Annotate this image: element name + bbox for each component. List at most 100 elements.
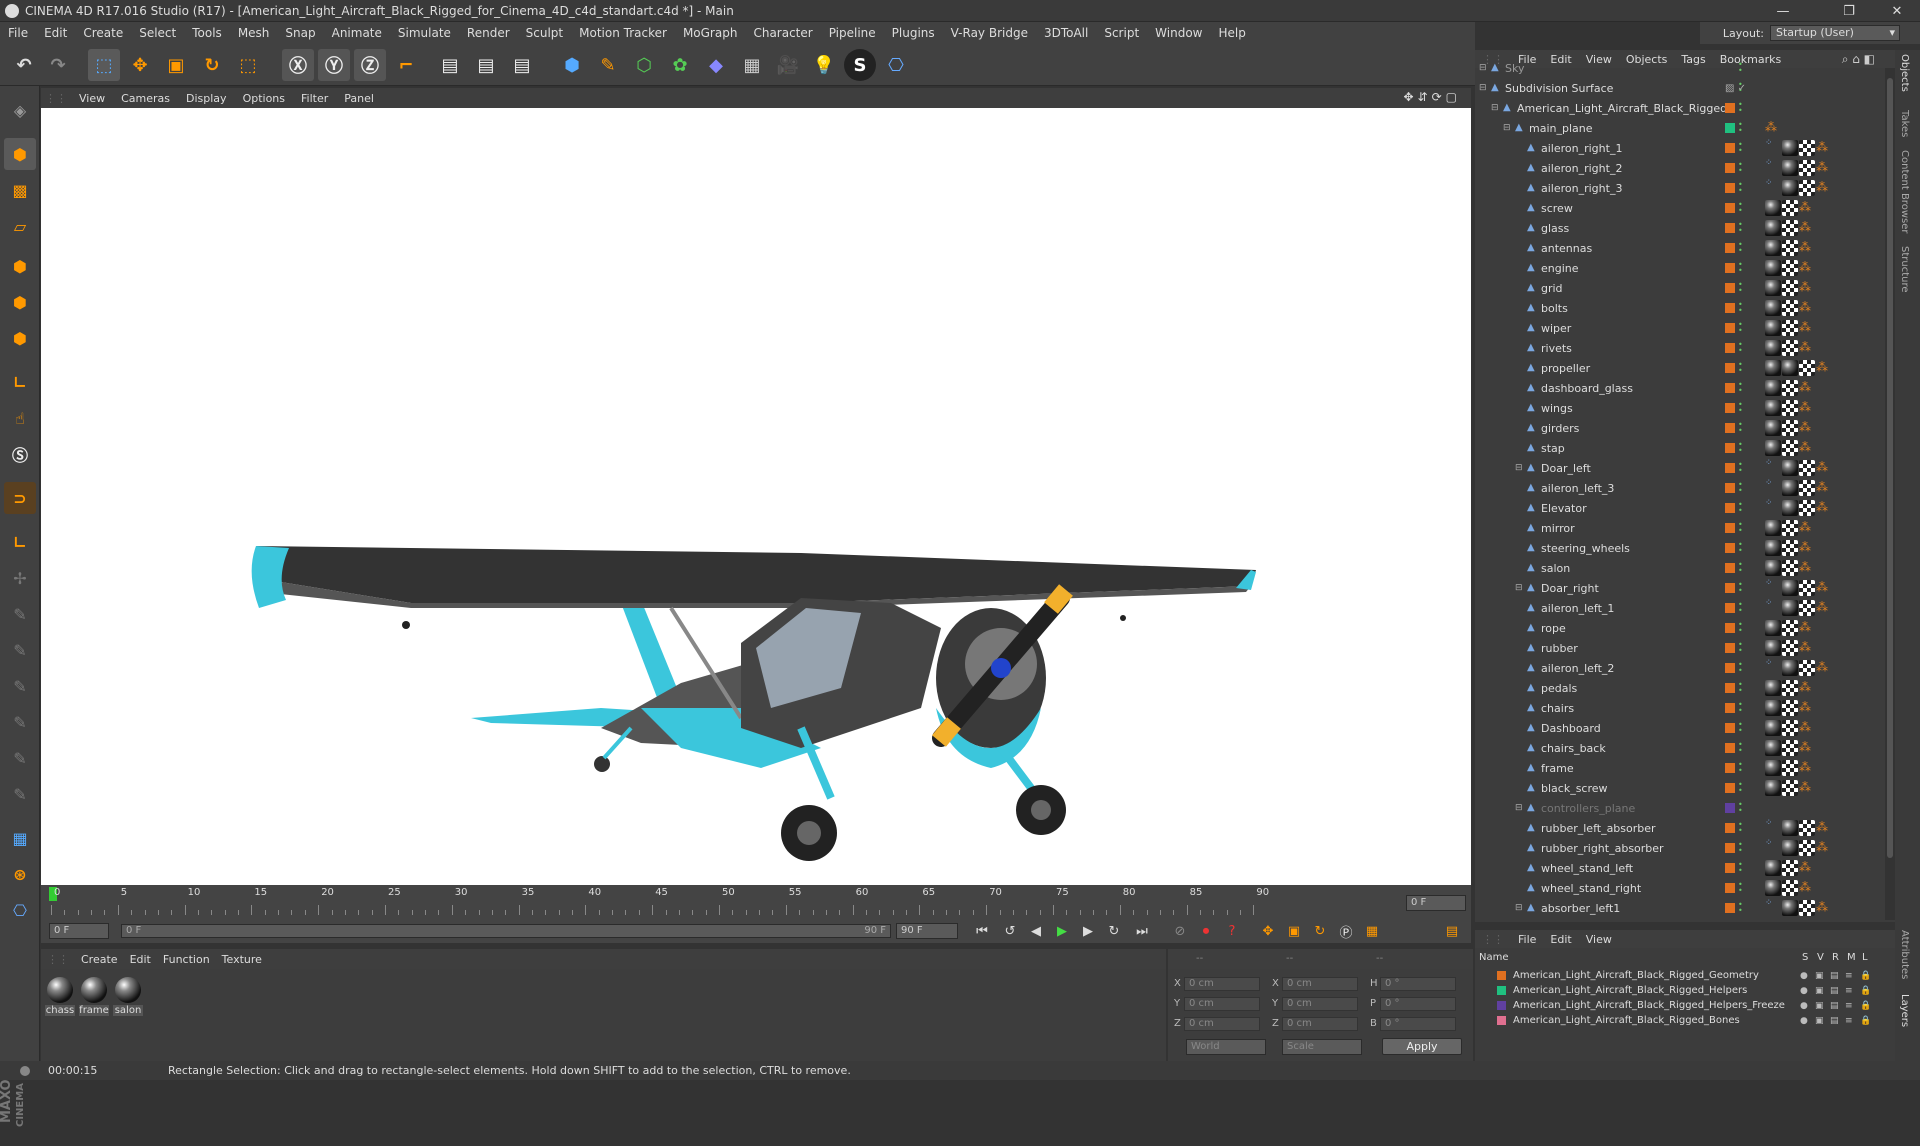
object-row[interactable]: ▲ steering_wheels • • ⁂ xyxy=(1475,538,1875,558)
previous-frame-icon[interactable]: ◀ xyxy=(1025,921,1047,941)
layer-color-swatch[interactable] xyxy=(1725,823,1735,833)
menu-motion-tracker[interactable]: Motion Tracker xyxy=(571,26,675,40)
viewport-menu-cameras[interactable]: Cameras xyxy=(113,92,178,105)
key-pla-icon[interactable]: ▦ xyxy=(1361,921,1383,941)
uvw-tag-icon[interactable] xyxy=(1782,240,1798,256)
menu-select[interactable]: Select xyxy=(131,26,184,40)
material-tag-icon[interactable] xyxy=(1782,660,1798,676)
ik-tag-icon[interactable]: ⁂ xyxy=(1799,220,1815,236)
render-view-icon[interactable]: ▤ xyxy=(434,49,466,81)
selection-tag-icon[interactable]: ⁘ xyxy=(1765,839,1773,856)
ik-tag-icon[interactable]: ⁂ xyxy=(1799,320,1815,336)
timeline-window-icon[interactable]: ▤ xyxy=(1441,921,1463,941)
z-axis-icon[interactable]: Ⓩ xyxy=(354,49,386,81)
tab-content-browser[interactable]: Content Browser xyxy=(1899,150,1910,233)
object-row[interactable]: ▲ salon • • ⁂ xyxy=(1475,558,1875,578)
layer-solo-toggle-icon[interactable]: ● xyxy=(1800,1016,1808,1026)
object-row[interactable]: ▲ dashboard_glass • • ⁂ xyxy=(1475,378,1875,398)
position-field[interactable]: 0 cm xyxy=(1184,1017,1260,1031)
ik-tag-icon[interactable]: ⁂ xyxy=(1816,140,1832,156)
move-icon[interactable]: ✥ xyxy=(124,49,156,81)
sculpt-pull-icon[interactable]: ✎ xyxy=(4,598,36,630)
texture-mode-icon[interactable]: ▩ xyxy=(4,174,36,206)
ik-tag-icon[interactable]: ⁂ xyxy=(1799,260,1815,276)
uvw-tag-icon[interactable] xyxy=(1782,680,1798,696)
object-row[interactable]: ▲ aileron_right_3 • • ⁘ ⁂ xyxy=(1475,178,1875,198)
ik-tag-icon[interactable]: ⁂ xyxy=(1799,680,1815,696)
ik-tag-icon[interactable]: ⁂ xyxy=(1799,620,1815,636)
menu-window[interactable]: Window xyxy=(1147,26,1210,40)
uvw-tag-icon[interactable] xyxy=(1782,280,1798,296)
layer-menu-file[interactable]: File xyxy=(1511,933,1543,946)
visibility-dots[interactable]: • • xyxy=(1738,441,1743,455)
visibility-dots[interactable]: • • xyxy=(1738,241,1743,255)
material-tag-icon[interactable] xyxy=(1782,180,1798,196)
tab-structure[interactable]: Structure xyxy=(1899,246,1910,293)
selection-tag-icon[interactable]: ⁘ xyxy=(1765,139,1773,156)
visibility-dots[interactable]: • • xyxy=(1738,661,1743,675)
layer-render-toggle-icon[interactable]: ▤ xyxy=(1830,986,1839,996)
uvw-tag-icon[interactable] xyxy=(1799,500,1815,516)
material-tag-icon[interactable] xyxy=(1765,640,1781,656)
visibility-dots[interactable]: • • xyxy=(1738,221,1743,235)
ik-tag-icon[interactable]: ⁂ xyxy=(1816,180,1832,196)
layer-menu-view[interactable]: View xyxy=(1579,933,1619,946)
uvw-tag-icon[interactable] xyxy=(1782,380,1798,396)
x-axis-icon[interactable]: Ⓧ xyxy=(282,49,314,81)
visibility-dots[interactable]: • • xyxy=(1738,521,1743,535)
layer-color-swatch[interactable] xyxy=(1725,483,1735,493)
menu-render[interactable]: Render xyxy=(459,26,518,40)
ik-tag-icon[interactable]: ⁂ xyxy=(1799,740,1815,756)
ik-tag-icon[interactable]: ⁂ xyxy=(1816,600,1832,616)
rotate-icon[interactable]: ↻ xyxy=(196,49,228,81)
layer-color-swatch[interactable] xyxy=(1725,403,1735,413)
selection-tag-icon[interactable]: ⁘ xyxy=(1765,459,1773,476)
menu-sculpt[interactable]: Sculpt xyxy=(518,26,571,40)
material-menu-texture[interactable]: Texture xyxy=(216,953,268,966)
material-tag-icon[interactable] xyxy=(1765,200,1781,216)
object-row[interactable]: ▲ rubber_left_absorber • • ⁘ ⁂ xyxy=(1475,818,1875,838)
object-row[interactable]: ▲ rubber_right_absorber • • ⁘ ⁂ xyxy=(1475,838,1875,858)
material-tag-icon[interactable] xyxy=(1765,520,1781,536)
material-tag-icon[interactable] xyxy=(1765,280,1781,296)
visibility-dots[interactable]: • • xyxy=(1738,581,1743,595)
viewport-nav-icons[interactable]: ✥⇵⟳▢ xyxy=(1403,90,1461,104)
object-row[interactable]: ⊟ ▲ American_Light_Aircraft_Black_Rigged • … xyxy=(1475,98,1875,118)
visibility-dots[interactable]: • • xyxy=(1738,721,1743,735)
layer-solo-toggle-icon[interactable]: ● xyxy=(1800,1001,1808,1011)
layer-menu-edit[interactable]: Edit xyxy=(1543,933,1578,946)
ik-tag-icon[interactable]: ⁂ xyxy=(1816,820,1832,836)
uvw-tag-icon[interactable] xyxy=(1799,180,1815,196)
workplane-mode-icon[interactable]: ▱ xyxy=(4,210,36,242)
object-row[interactable]: ▲ aileron_right_2 • • ⁘ ⁂ xyxy=(1475,158,1875,178)
object-row[interactable]: ▲ grid • • ⁂ xyxy=(1475,278,1875,298)
object-row[interactable]: ▲ wheel_stand_right • • ⁂ xyxy=(1475,878,1875,898)
ik-tag-icon[interactable]: ⁂ xyxy=(1799,780,1815,796)
visibility-dots[interactable]: • • xyxy=(1738,281,1743,295)
menu-v-ray-bridge[interactable]: V-Ray Bridge xyxy=(943,26,1036,40)
layer-color-swatch[interactable] xyxy=(1725,603,1735,613)
layer-color-swatch[interactable] xyxy=(1497,971,1506,980)
size-field[interactable]: 0 cm xyxy=(1282,1017,1358,1031)
scroll-thumb[interactable] xyxy=(1887,78,1893,858)
visibility-dots[interactable]: • • xyxy=(1738,141,1743,155)
uvw-tag-icon[interactable] xyxy=(1799,460,1815,476)
object-row[interactable]: ▲ wiper • • ⁂ xyxy=(1475,318,1875,338)
material-tag-icon[interactable] xyxy=(1765,240,1781,256)
menu-snap[interactable]: Snap xyxy=(277,26,323,40)
expand-toggle-icon[interactable]: ⊟ xyxy=(1515,583,1523,593)
layer-color-swatch[interactable] xyxy=(1725,623,1735,633)
material-tag-icon[interactable] xyxy=(1765,220,1781,236)
undo-icon[interactable]: ↶ xyxy=(8,49,40,81)
uvw-tag-icon[interactable] xyxy=(1799,600,1815,616)
make-editable-icon[interactable]: ◈ xyxy=(4,94,36,126)
layout-select[interactable]: Startup (User) xyxy=(1770,25,1900,41)
material-tag-icon[interactable] xyxy=(1765,360,1781,376)
visibility-dots[interactable]: • • xyxy=(1738,701,1743,715)
current-frame-field[interactable]: 0 F xyxy=(1406,895,1466,911)
material-menu-function[interactable]: Function xyxy=(157,953,216,966)
key-position-icon[interactable]: ✥ xyxy=(1257,921,1279,941)
object-row[interactable]: ▲ aileron_left_2 • • ⁘ ⁂ xyxy=(1475,658,1875,678)
layer-lock-toggle-icon[interactable]: 🔒 xyxy=(1860,1016,1871,1026)
selection-tag-icon[interactable]: ⁘ xyxy=(1765,179,1773,196)
